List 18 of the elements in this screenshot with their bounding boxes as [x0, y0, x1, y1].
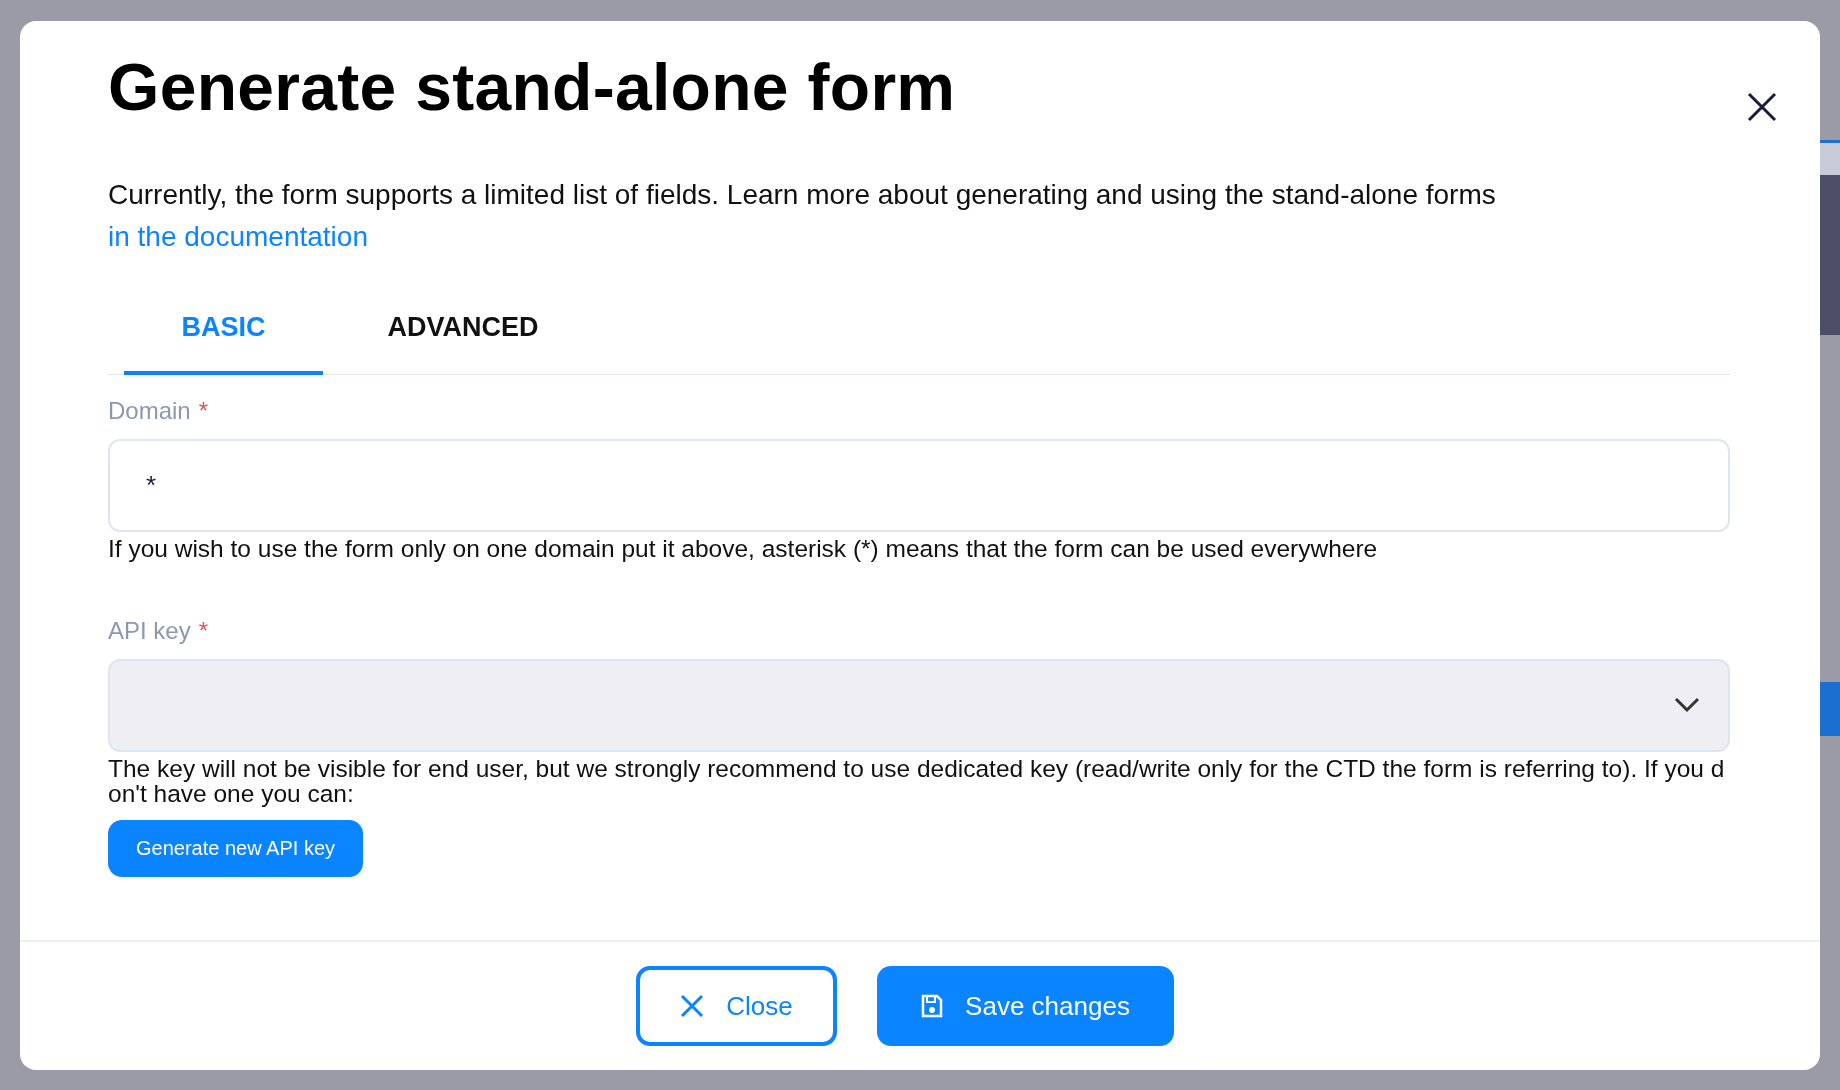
description: Currently, the form supports a limited list of fields. Learn more about generating and using the stand-alone forms: [108, 178, 1496, 210]
help-text: The key will not be visible for end user, but we strongly recommend to use dedicated key (read/write only for the CTD the form is referring to). If you don't have one you can:: [108, 755, 1726, 806]
dialog-title: Generate stand-alone form: [108, 51, 956, 124]
help-text: If you wish to use the form only on one domain put it above, asterisk (*) means that the form can be used everywhere: [108, 535, 1379, 561]
tab[interactable]: ADVANCED: [363, 291, 563, 375]
close-icon[interactable]: [1746, 91, 1778, 123]
generate-key-button[interactable]: Generate new API key: [108, 819, 363, 877]
documentation-link[interactable]: in the documentation: [108, 220, 368, 252]
close-icon: [680, 994, 705, 1018]
save-button[interactable]: Save changes: [877, 966, 1174, 1046]
field-label: API key: [108, 616, 191, 644]
domain-input[interactable]: *: [108, 438, 1730, 532]
field-label: Domain: [108, 396, 191, 424]
chevron-down-icon: [1674, 697, 1700, 714]
required-mark: *: [198, 616, 209, 644]
tab[interactable]: BASIC: [124, 291, 323, 375]
close-button[interactable]: Close: [636, 966, 837, 1046]
required-mark: *: [198, 396, 209, 424]
